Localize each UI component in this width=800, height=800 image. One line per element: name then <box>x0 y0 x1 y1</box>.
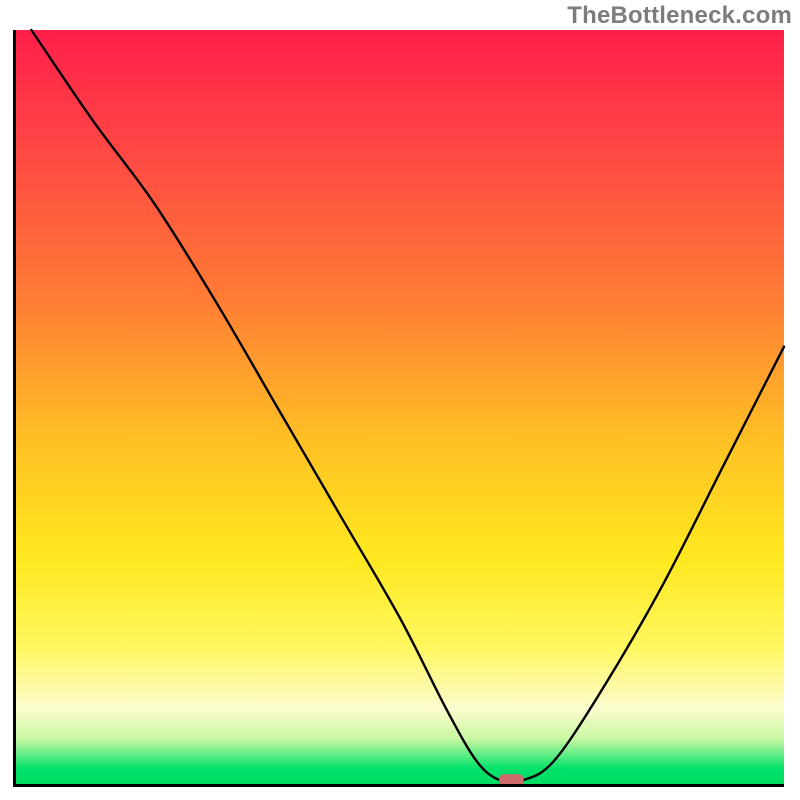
x-axis-line <box>13 784 784 787</box>
watermark-text: TheBottleneck.com <box>567 2 792 30</box>
plot-area <box>16 30 784 784</box>
y-axis-line <box>13 30 16 784</box>
bottleneck-curve <box>31 30 784 783</box>
chart-stage: TheBottleneck.com <box>0 0 800 800</box>
curve-layer <box>16 30 784 784</box>
